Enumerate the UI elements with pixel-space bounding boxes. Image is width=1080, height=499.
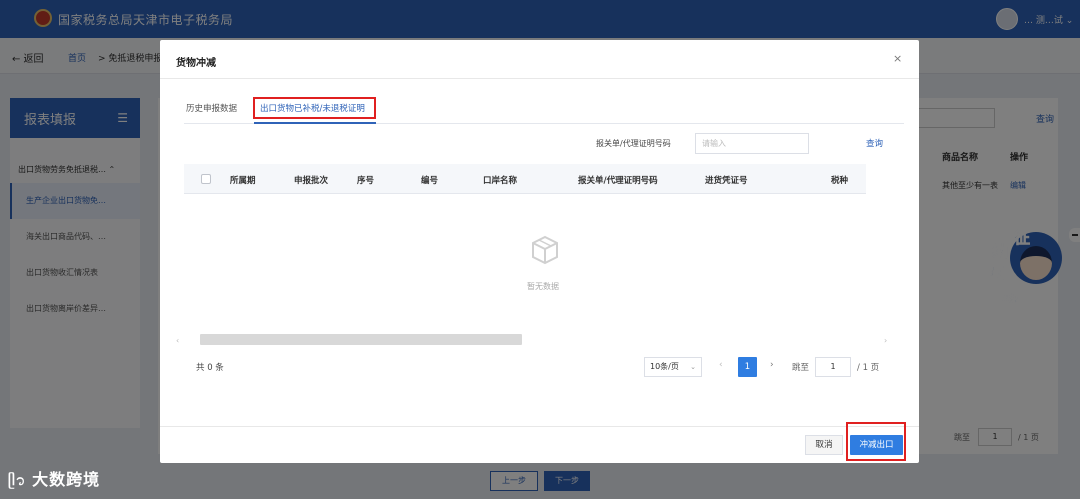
watermark-text: 大数跨境 — [32, 470, 101, 489]
search-label: 报关单/代理证明号码 — [596, 139, 671, 148]
total-pages: / 1 页 — [857, 363, 880, 373]
column-header: 申报批次 — [294, 176, 329, 186]
empty-state-text: 暂无数据 — [527, 282, 559, 291]
goods-offset-modal: 货物冲减 × 历史申报数据 出口货物已补税/未退税证明 报关单/代理证明号码 查… — [160, 40, 919, 463]
modal-header-divider — [160, 78, 919, 79]
table-header: 所属期 申报批次 序号 编号 口岸名称 报关单/代理证明号码 进货凭证号 税种 — [184, 164, 866, 194]
goto-page-input[interactable]: 1 — [815, 357, 851, 377]
column-header: 序号 — [357, 176, 375, 186]
watermark: ᥫ᭡ 大数跨境 — [8, 466, 100, 496]
page-number-current[interactable]: 1 — [738, 357, 757, 377]
button-highlight-box — [846, 422, 906, 461]
page-size-select[interactable]: 10条/页 ⌄ — [644, 357, 702, 377]
column-header: 编号 — [421, 176, 439, 186]
total-count: 共 0 条 — [196, 363, 224, 373]
declaration-number-input[interactable] — [695, 133, 809, 154]
modal-footer-divider — [160, 426, 919, 427]
column-header: 进货凭证号 — [705, 176, 748, 186]
select-all-checkbox[interactable] — [201, 174, 211, 184]
prev-page-button[interactable]: ‹ — [719, 360, 723, 370]
tab-active-indicator — [254, 122, 376, 124]
column-header: 所属期 — [230, 176, 256, 186]
horizontal-scrollbar[interactable] — [200, 334, 522, 345]
tab-history-data[interactable]: 历史申报数据 — [186, 102, 237, 114]
column-header: 口岸名称 — [483, 176, 518, 186]
modal-title: 货物冲减 — [176, 58, 216, 69]
goto-label: 跳至 — [792, 363, 810, 373]
column-header: 报关单/代理证明号码 — [578, 176, 658, 186]
empty-box-icon — [532, 235, 558, 265]
tab-highlight-box — [253, 97, 376, 119]
next-page-button[interactable]: › — [770, 360, 774, 370]
close-icon[interactable]: × — [893, 52, 902, 65]
cancel-button[interactable]: 取消 — [805, 435, 843, 455]
query-button[interactable]: 查询 — [866, 137, 883, 149]
watermark-logo-icon: ᥫ᭡ — [8, 473, 27, 489]
chevron-down-icon: ⌄ — [690, 363, 696, 371]
scroll-left-icon[interactable]: ‹ — [176, 336, 179, 345]
column-header: 税种 — [831, 176, 849, 186]
page-size-value: 10条/页 — [650, 362, 679, 371]
scroll-right-icon[interactable]: › — [884, 336, 887, 345]
